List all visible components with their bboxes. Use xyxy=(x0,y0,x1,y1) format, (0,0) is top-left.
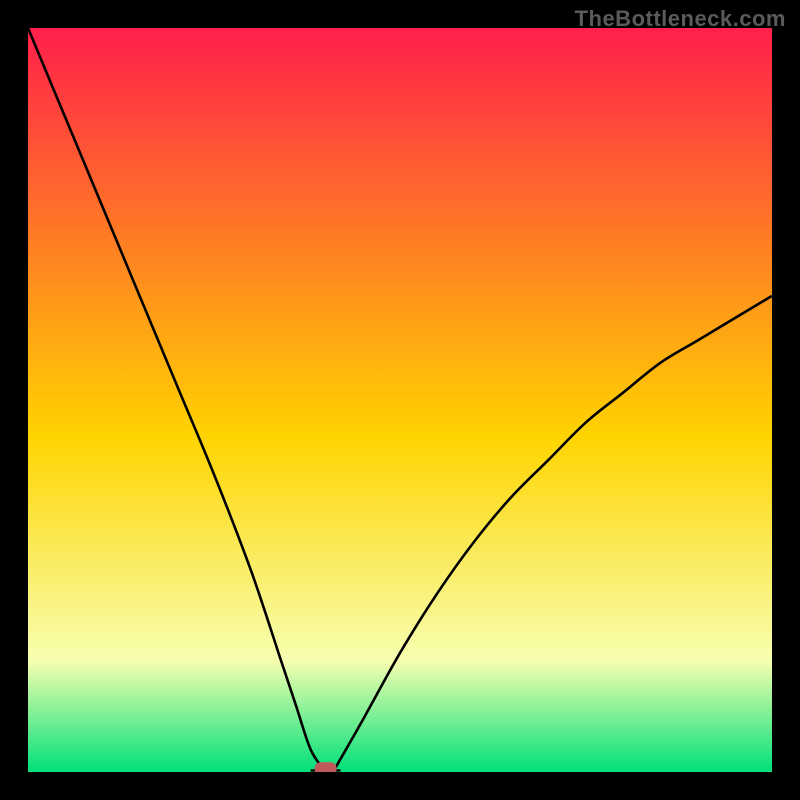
chart-container: TheBottleneck.com xyxy=(0,0,800,800)
optimal-marker xyxy=(315,762,337,772)
watermark-text: TheBottleneck.com xyxy=(575,6,786,32)
gradient-background xyxy=(28,28,772,772)
chart-svg xyxy=(28,28,772,772)
plot-area xyxy=(28,28,772,772)
